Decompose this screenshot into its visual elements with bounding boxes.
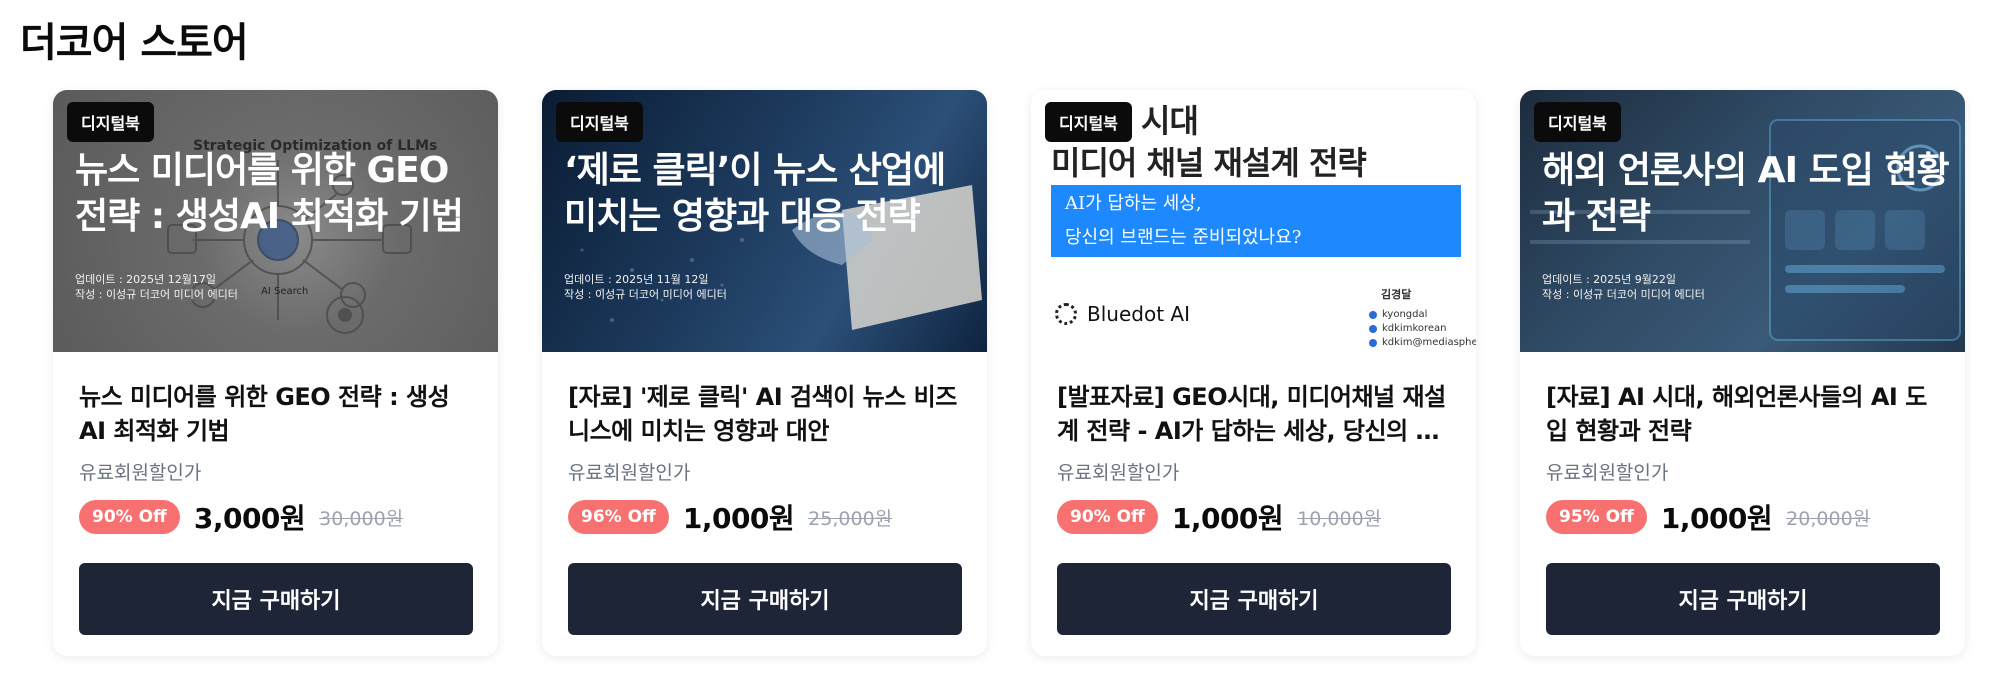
product-thumbnail[interactable]: 디지털북 ‘제로 클릭’이 뉴스 산업에 미치는 영향과 대응 전략 업데이트 … (542, 90, 987, 352)
price-row: 90% Off 3,000원 30,000원 (79, 499, 474, 535)
digital-book-badge: 디지털북 (67, 102, 154, 142)
member-price-label: 유료회원할인가 (79, 462, 202, 484)
product-thumbnail[interactable]: 디지털북 해외 언론사의 AI 도입 현황과 전략 업데이트 : 2025년 9… (1520, 90, 1965, 352)
thumbnail-meta: 업데이트 : 2025년 11월 12일 작성 : 이성규 더코어 미디어 에디… (564, 273, 727, 301)
buy-now-button[interactable]: 지금 구매하기 (1546, 563, 1940, 635)
mail-icon (1369, 339, 1377, 347)
digital-book-badge: 디지털북 (1045, 102, 1132, 142)
buy-now-button[interactable]: 지금 구매하기 (1057, 563, 1451, 635)
product-thumbnail[interactable]: 디지털북 Strategic Optimization of LLMs 뉴스 미… (53, 90, 498, 352)
thumbnail-author: 김경달 kyongdal kdkimkorean kdkim@mediasphe… (1369, 288, 1476, 350)
product-card[interactable]: 시대 미디어 채널 재설계 전략 AI가 답하는 세상, 당신의 브랜드는 준비… (1031, 90, 1476, 656)
thumbnail-title: ‘제로 클릭’이 뉴스 산업에 미치는 영향과 대응 전략 (564, 150, 946, 237)
original-price: 25,000원 (808, 507, 893, 530)
price-row: 96% Off 1,000원 25,000원 (568, 499, 963, 535)
product-card[interactable]: 디지털북 Strategic Optimization of LLMs 뉴스 미… (53, 90, 498, 656)
thumbnail-title: 해외 언론사의 AI 도입 현황과 전략 (1542, 150, 1950, 237)
product-card[interactable]: 디지털북 해외 언론사의 AI 도입 현황과 전략 업데이트 : 2025년 9… (1520, 90, 1965, 656)
buy-now-button[interactable]: 지금 구매하기 (568, 563, 962, 635)
product-card[interactable]: 디지털북 ‘제로 클릭’이 뉴스 산업에 미치는 영향과 대응 전략 업데이트 … (542, 90, 987, 656)
discount-badge: 90% Off (79, 500, 180, 534)
bluedot-logo: Bluedot AI (1055, 302, 1190, 326)
thumbnail-caption: AI Search (261, 286, 309, 297)
member-price-label: 유료회원할인가 (568, 462, 691, 484)
digital-book-badge: 디지털북 (556, 102, 643, 142)
product-title[interactable]: [자료] AI 시대, 해외언론사들의 AI 도입 현황과 전략 (1546, 380, 1941, 448)
discount-badge: 90% Off (1057, 500, 1158, 534)
price-row: 90% Off 1,000원 10,000원 (1057, 499, 1452, 535)
price-row: 95% Off 1,000원 20,000원 (1546, 499, 1941, 535)
linkedin-icon (1369, 325, 1377, 333)
thumbnail-meta: 업데이트 : 2025년 9월22일 작성 : 이성규 더코어 미디어 에디터 (1542, 273, 1705, 301)
member-price-label: 유료회원할인가 (1057, 462, 1180, 484)
original-price: 10,000원 (1297, 507, 1382, 530)
product-title[interactable]: [자료] '제로 클릭' AI 검색이 뉴스 비즈니스에 미치는 영향과 대안 (568, 380, 963, 448)
discount-badge: 95% Off (1546, 500, 1647, 534)
sale-price: 1,000원 (1660, 502, 1773, 535)
original-price: 30,000원 (319, 507, 404, 530)
product-title[interactable]: 뉴스 미디어를 위한 GEO 전략 : 생성 AI 최적화 기법 (79, 380, 474, 448)
member-price-label: 유료회원할인가 (1546, 462, 1669, 484)
product-thumbnail[interactable]: 시대 미디어 채널 재설계 전략 AI가 답하는 세상, 당신의 브랜드는 준비… (1031, 90, 1476, 352)
page-title: 더코어 스토어 (20, 20, 249, 66)
buy-now-button[interactable]: 지금 구매하기 (79, 563, 473, 635)
facebook-icon (1369, 311, 1377, 319)
sale-price: 3,000원 (193, 502, 306, 535)
thumbnail-meta: 업데이트 : 2025년 12월17일 작성 : 이성규 더코어 미디어 에디터 (75, 273, 238, 301)
sale-price: 1,000원 (1171, 502, 1284, 535)
thumbnail-highlight-box: AI가 답하는 세상, 당신의 브랜드는 준비되었나요? (1051, 185, 1461, 257)
sale-price: 1,000원 (682, 502, 795, 535)
discount-badge: 96% Off (568, 500, 669, 534)
product-title[interactable]: [발표자료] GEO시대, 미디어채널 재설계 전략 - AI가 답하는 세상,… (1057, 380, 1452, 448)
original-price: 20,000원 (1786, 507, 1871, 530)
digital-book-badge: 디지털북 (1534, 102, 1621, 142)
thumbnail-title: 뉴스 미디어를 위한 GEO 전략 : 생성AI 최적화 기법 (75, 150, 464, 237)
bluedot-logo-icon (1055, 303, 1077, 325)
